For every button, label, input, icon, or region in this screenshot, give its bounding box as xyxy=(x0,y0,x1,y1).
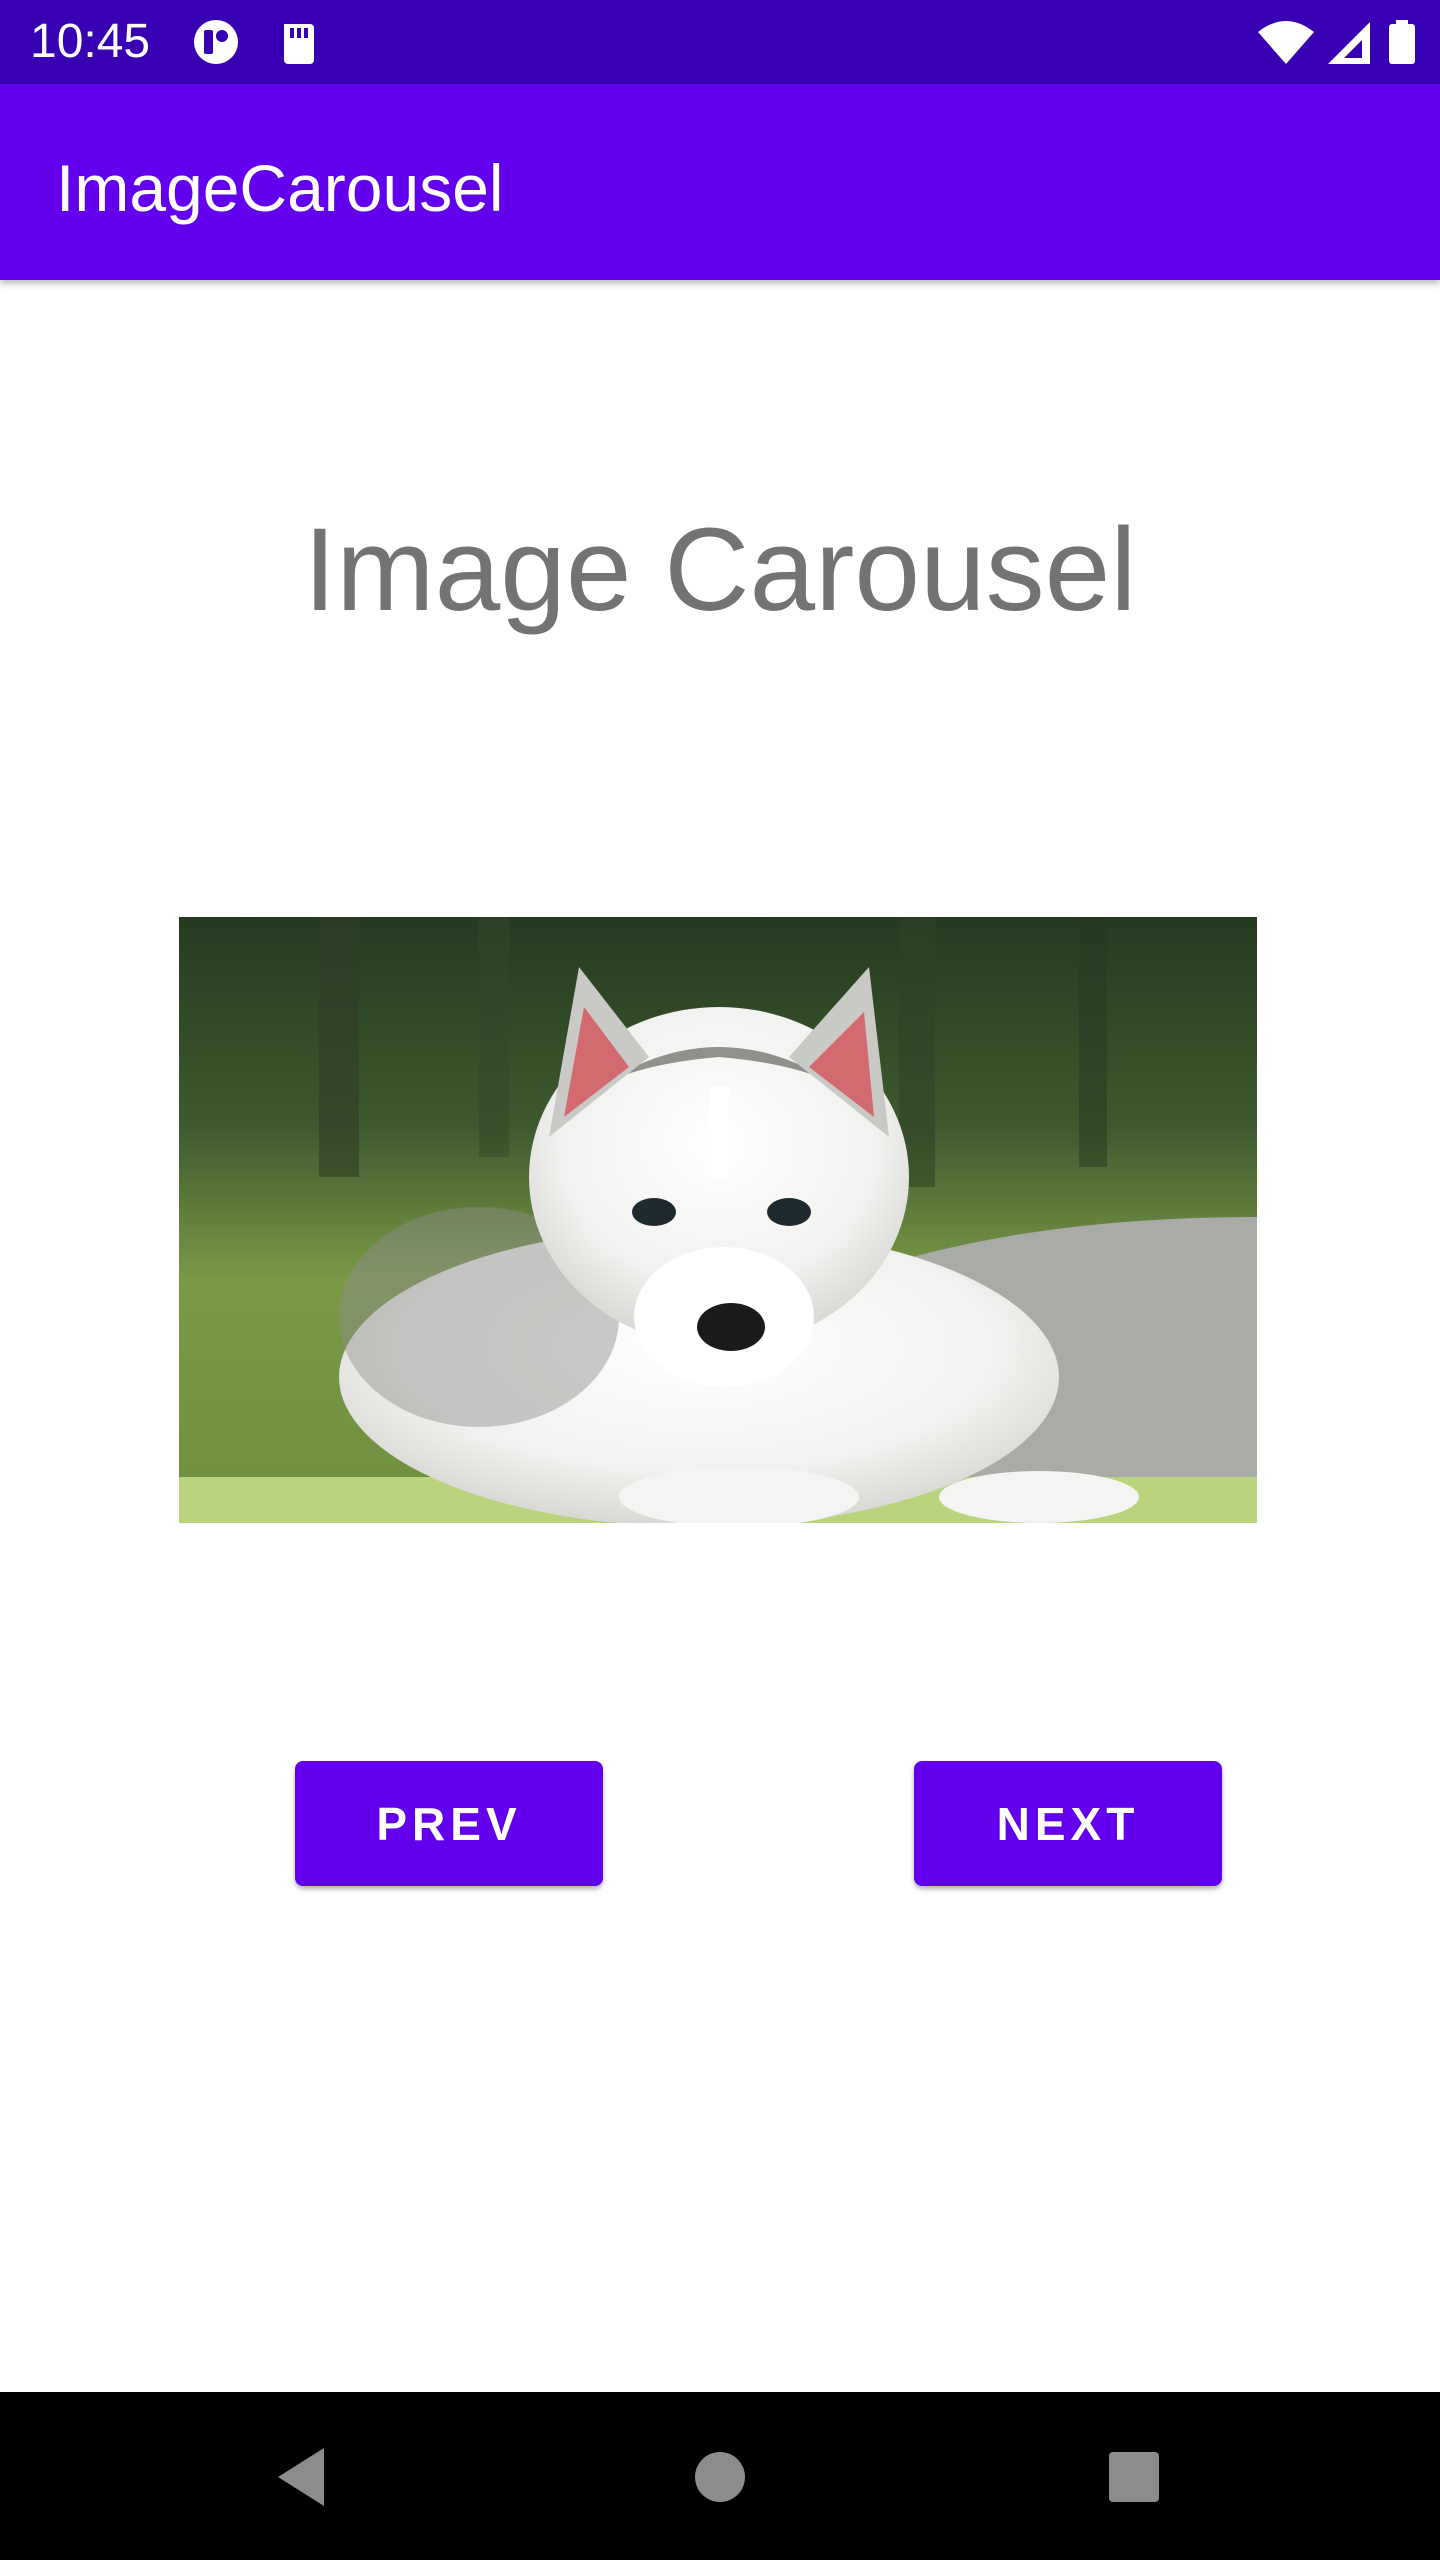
status-time: 10:45 xyxy=(30,15,151,68)
wifi-icon xyxy=(1256,18,1316,66)
notification-app-icon xyxy=(190,18,244,66)
next-button[interactable]: NEXT xyxy=(914,1761,1222,1886)
status-bar: 10:45 xyxy=(0,0,1440,84)
recents-square-icon[interactable] xyxy=(1089,2432,1179,2522)
home-circle-icon[interactable] xyxy=(675,2432,765,2522)
navigation-bar xyxy=(0,2392,1440,2560)
prev-button[interactable]: PREV xyxy=(295,1761,603,1886)
cell-signal-icon xyxy=(1322,18,1376,66)
screen: 10:45 ImageCarousel Image Carousel PREV … xyxy=(0,0,1440,2560)
back-triangle-icon[interactable] xyxy=(257,2432,347,2522)
app-title: ImageCarousel xyxy=(56,151,504,225)
sd-card-icon xyxy=(272,18,326,66)
carousel-image xyxy=(179,917,1257,1523)
app-bar: ImageCarousel xyxy=(0,84,1440,280)
page-heading: Image Carousel xyxy=(303,504,1137,636)
battery-icon xyxy=(1382,18,1422,66)
